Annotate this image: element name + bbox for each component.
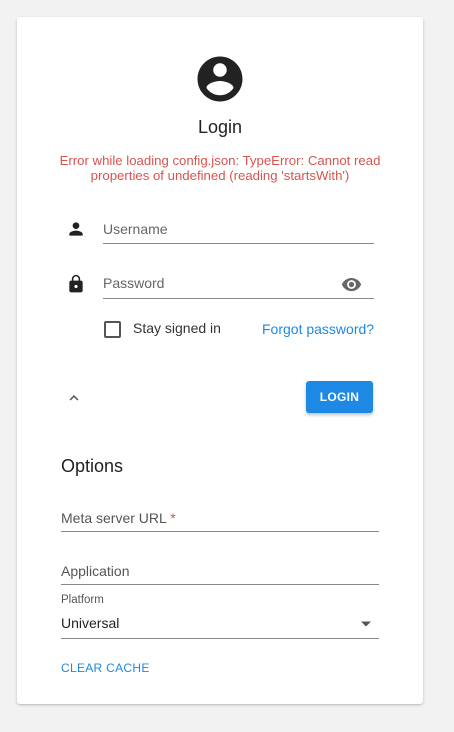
chevron-up-icon[interactable]	[65, 389, 83, 407]
application-underline	[61, 584, 379, 585]
username-input[interactable]	[103, 219, 373, 239]
dropdown-arrow-icon[interactable]	[361, 621, 371, 627]
person-icon	[69, 222, 83, 236]
meta-server-url-field[interactable]: Meta server URL *	[61, 510, 176, 526]
meta-server-url-label: Meta server URL	[61, 510, 167, 526]
platform-label: Platform	[61, 594, 104, 606]
meta-server-url-underline	[61, 531, 379, 532]
options-title: Options	[61, 456, 124, 476]
platform-select[interactable]: Universal	[61, 615, 119, 631]
forgot-password-link[interactable]: Forgot password?	[262, 321, 374, 337]
account-circle-icon	[197, 56, 243, 102]
required-mark: *	[170, 510, 176, 526]
clear-cache-button[interactable]: CLEAR CACHE	[61, 661, 150, 675]
platform-underline	[61, 638, 379, 639]
login-button[interactable]: LOGIN	[306, 381, 373, 413]
eye-icon[interactable]	[341, 274, 362, 295]
password-input[interactable]	[103, 273, 333, 293]
lock-icon	[69, 274, 83, 293]
password-underline	[103, 298, 374, 299]
application-field[interactable]: Application	[61, 563, 130, 579]
login-card: Login Error while loading config.json: T…	[17, 17, 423, 704]
username-underline	[103, 243, 374, 244]
error-message: Error while loading config.json: TypeErr…	[59, 153, 381, 183]
login-title: Login	[197, 117, 243, 137]
stay-signed-in-label[interactable]: Stay signed in	[133, 320, 221, 336]
stay-signed-in-checkbox[interactable]	[104, 321, 121, 338]
